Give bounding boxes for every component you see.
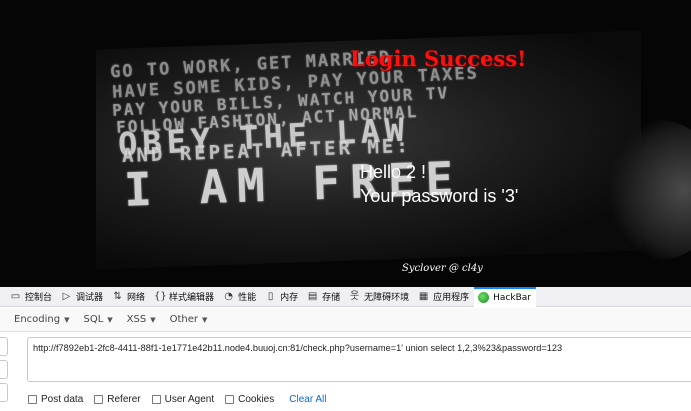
menu-label: XSS — [126, 314, 147, 325]
menu-label: Encoding — [14, 314, 61, 325]
other-menu[interactable]: Other ▼ — [166, 314, 212, 325]
tab-label: 应用程序 — [433, 293, 470, 303]
cookies-checkbox[interactable] — [225, 394, 235, 404]
tab-label: 性能 — [238, 293, 257, 303]
tab-label: 样式编辑器 — [169, 293, 215, 303]
page-viewport: GO TO WORK, GET MARRIED HAVE SOME KIDS, … — [0, 0, 691, 287]
split-url-button[interactable] — [0, 360, 8, 379]
storage-icon: ▤ — [307, 291, 318, 302]
encoding-menu[interactable]: Encoding ▼ — [10, 314, 73, 325]
password-message: Your password is '3' — [360, 186, 519, 206]
network-icon: ⇅ — [113, 291, 122, 302]
url-textarea[interactable]: http://f7892eb1-2fc8-4411-88f1-1e1771e42… — [27, 337, 691, 382]
login-success-heading: Login Success! — [350, 46, 527, 71]
caret-down-icon: ▼ — [64, 315, 70, 324]
hackbar-toolbar: Encoding ▼ SQL ▼ XSS ▼ Other ▼ — [0, 308, 691, 332]
referer-checkbox[interactable] — [94, 394, 104, 404]
menu-label: Other — [169, 314, 199, 325]
menu-label: SQL — [83, 314, 104, 325]
tab-debugger[interactable]: ▷ 调试器 — [57, 287, 108, 307]
tab-network[interactable]: ⇅ 网络 — [108, 287, 150, 307]
user-agent-checkbox[interactable] — [151, 394, 161, 404]
signature-text: Syclover @ cl4y — [402, 263, 483, 274]
option-label: Referer — [107, 393, 141, 405]
caret-down-icon: ▼ — [107, 315, 113, 324]
tab-application[interactable]: ▦ 应用程序 — [414, 287, 474, 307]
performance-icon: ◔ — [224, 291, 233, 302]
execute-button[interactable] — [0, 383, 8, 402]
url-value: http://f7892eb1-2fc8-4411-88f1-1e1771e42… — [33, 343, 563, 353]
post-data-option[interactable]: Post data — [28, 394, 83, 405]
options-row: Post data Referer User Agent Cookies Cle… — [28, 392, 327, 406]
hello-message: Hello 2 ! — [360, 162, 427, 182]
tab-style-editor[interactable]: {} 样式编辑器 — [150, 287, 219, 307]
tab-accessibility[interactable]: 웃 无障碍环境 — [345, 287, 414, 307]
referer-option[interactable]: Referer — [94, 393, 141, 405]
console-icon: ▭ — [10, 291, 21, 302]
tab-storage[interactable]: ▤ 存储 — [303, 287, 345, 307]
tab-label: 调试器 — [76, 293, 104, 303]
post-data-checkbox[interactable] — [28, 394, 37, 404]
load-url-button[interactable] — [0, 337, 8, 356]
style-editor-icon: {} — [154, 291, 167, 302]
tab-label: 内存 — [280, 293, 299, 303]
accessibility-icon: 웃 — [350, 291, 360, 302]
clear-all-link[interactable]: Clear All — [289, 394, 326, 405]
application-icon: ▦ — [418, 291, 429, 302]
option-label: User Agent — [164, 393, 215, 405]
memory-icon: ▯ — [267, 291, 274, 302]
tab-label: 网络 — [127, 293, 146, 303]
tab-hackbar[interactable]: HackBar — [474, 286, 536, 307]
option-label: Cookies — [238, 393, 275, 405]
tab-performance[interactable]: ◔ 性能 — [219, 287, 261, 307]
tab-label: HackBar — [493, 292, 531, 303]
user-agent-option[interactable]: User Agent — [151, 393, 215, 405]
debugger-icon: ▷ — [62, 291, 71, 302]
tab-memory[interactable]: ▯ 内存 — [261, 287, 303, 307]
sql-menu[interactable]: SQL ▼ — [79, 314, 116, 325]
xss-menu[interactable]: XSS ▼ — [123, 314, 160, 325]
tab-label: 无障碍环境 — [364, 293, 410, 303]
devtools-tab-bar: ▭ 控制台 ▷ 调试器 ⇅ 网络 {} 样式编辑器 ◔ 性能 ▯ 内存 ▤ 存储… — [0, 286, 691, 307]
hackbar-icon — [478, 292, 490, 303]
tab-console[interactable]: ▭ 控制台 — [6, 287, 57, 307]
tab-label: 存储 — [322, 293, 341, 303]
tab-label: 控制台 — [25, 293, 53, 303]
caret-down-icon: ▼ — [150, 315, 156, 324]
option-label: Post data — [41, 393, 84, 405]
caret-down-icon: ▼ — [202, 315, 208, 324]
cookies-option[interactable]: Cookies — [225, 394, 274, 405]
